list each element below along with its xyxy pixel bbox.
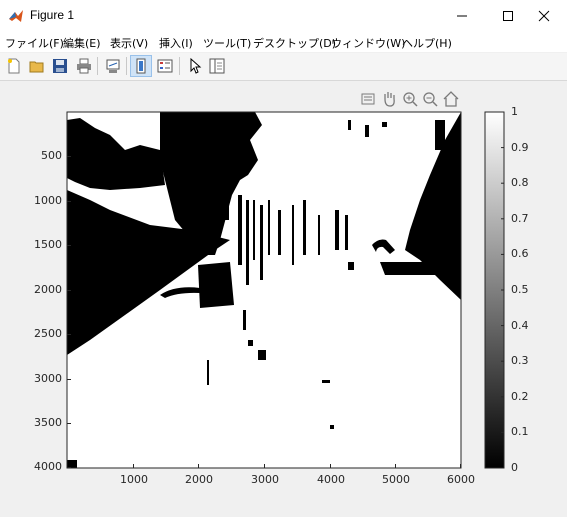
y-tick-label: 3000	[34, 372, 62, 385]
x-tick-label: 2000	[185, 473, 213, 486]
y-tick-label: 3500	[34, 416, 62, 429]
y-tick-label: 500	[41, 149, 62, 162]
y-tick-label: 2000	[34, 283, 62, 296]
colorbar-tick-label: 1	[511, 105, 518, 118]
colorbar-tick-label: 0.2	[511, 390, 529, 403]
y-tick-label: 1500	[34, 238, 62, 251]
x-tick-label: 5000	[382, 473, 410, 486]
y-tick-label: 1000	[34, 194, 62, 207]
y-tick-label: 2500	[34, 327, 62, 340]
x-tick-label: 6000	[447, 473, 475, 486]
colorbar-tick-label: 0.4	[511, 319, 529, 332]
image-axes-canvas	[66, 111, 505, 469]
colorbar-tick-label: 0.7	[511, 212, 529, 225]
x-tick-label: 3000	[251, 473, 279, 486]
colorbar-tick-label: 0.5	[511, 283, 529, 296]
x-tick-label: 1000	[120, 473, 148, 486]
colorbar-tick-label: 0.6	[511, 247, 529, 260]
x-tick-label: 4000	[317, 473, 345, 486]
colorbar-tick-label: 0.8	[511, 176, 529, 189]
colorbar-tick-label: 0	[511, 461, 518, 474]
colorbar-tick-label: 0.3	[511, 354, 529, 367]
figure-window: Figure 1 ファイル(F) 編集(E) 表示(V) 挿入(I) ツール(T…	[0, 0, 567, 517]
y-tick-label: 4000	[34, 460, 62, 473]
colorbar-tick-label: 0.9	[511, 141, 529, 154]
colorbar-tick-label: 0.1	[511, 425, 529, 438]
